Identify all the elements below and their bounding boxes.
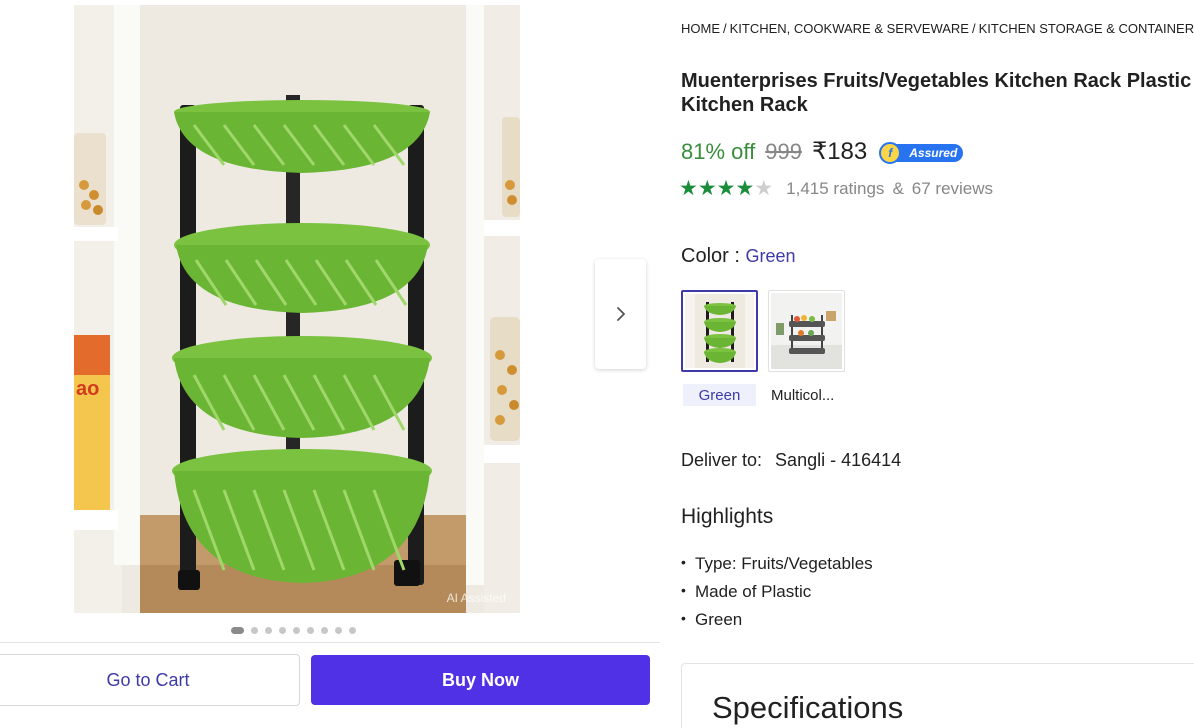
highlights-list: Type: Fruits/Vegetables Made of Plastic … xyxy=(681,550,873,634)
product-title-line2: Kitchen Rack xyxy=(681,94,808,116)
image-carousel-dots xyxy=(231,627,356,634)
color-swatch-multicolor[interactable] xyxy=(768,290,845,372)
carousel-dot[interactable] xyxy=(349,627,356,634)
rating-stars: ★ ★ ★ ★ ★ xyxy=(679,178,773,199)
green-rack-thumbnail xyxy=(685,294,754,368)
delivery-location[interactable]: Deliver to: Sangli - 416414 xyxy=(681,450,901,471)
color-label-text: Color : xyxy=(681,245,740,267)
kitchen-rack-illustration: ao xyxy=(74,5,520,613)
ratings-separator: & xyxy=(892,178,904,198)
breadcrumb-separator: / xyxy=(723,21,727,36)
carousel-dot[interactable] xyxy=(293,627,300,634)
delivery-label: Deliver to: xyxy=(681,450,763,470)
breadcrumb-home[interactable]: HOME xyxy=(681,21,720,36)
color-selector-label: Color : Green xyxy=(681,245,796,268)
color-option-label-multicolor[interactable]: Multicol... xyxy=(768,384,845,406)
breadcrumb-kitchen-cookware[interactable]: KITCHEN, COOKWARE & SERVEWARE xyxy=(730,21,969,36)
color-option-label-green[interactable]: Green xyxy=(683,384,756,406)
rating-row[interactable]: ★ ★ ★ ★ ★ 1,415 ratings & 67 reviews xyxy=(679,178,993,199)
product-main-image[interactable]: ao AI Assisted xyxy=(74,5,520,613)
product-title-line1: Muenterprises Fruits/Vegetables Kitchen … xyxy=(681,70,1194,92)
chevron-right-icon xyxy=(616,307,625,321)
original-price: 999 xyxy=(765,139,802,164)
breadcrumb-separator: / xyxy=(971,21,976,36)
highlights-heading: Highlights xyxy=(681,505,774,528)
color-swatch-green[interactable] xyxy=(681,290,758,372)
star-icon: ★ xyxy=(697,177,717,200)
assured-badge-icon: f Assured xyxy=(879,142,964,164)
carousel-dot[interactable] xyxy=(265,627,272,634)
highlight-item: Green xyxy=(681,606,873,634)
carousel-dot[interactable] xyxy=(335,627,342,634)
price-row: 81% off 999 ₹183 f Assured xyxy=(681,137,964,166)
carousel-dot[interactable] xyxy=(321,627,328,634)
star-icon: ★ xyxy=(716,177,736,200)
product-title: Muenterprises Fruits/Vegetables Kitchen … xyxy=(681,69,1194,117)
ratings-text: 1,415 ratings xyxy=(786,178,885,198)
next-image-button[interactable] xyxy=(595,259,646,369)
discount-percent: 81% off xyxy=(681,139,756,164)
buy-now-button[interactable]: Buy Now xyxy=(311,655,650,705)
ai-assisted-watermark: AI Assisted xyxy=(446,591,506,605)
carousel-dot[interactable] xyxy=(279,627,286,634)
svg-text:ao: ao xyxy=(76,378,99,400)
reviews-text: 67 reviews xyxy=(911,178,994,198)
ratings-count: 1,415 ratings & 67 reviews xyxy=(786,179,993,199)
selling-price: ₹183 xyxy=(811,138,868,165)
multicolor-rack-thumbnail xyxy=(771,293,842,369)
carousel-dot[interactable] xyxy=(251,627,258,634)
delivery-pincode: Sangli - 416414 xyxy=(775,450,902,470)
breadcrumb: HOME / KITCHEN, COOKWARE & SERVEWARE / KITCH… xyxy=(681,21,1194,36)
go-to-cart-button[interactable]: Go to Cart xyxy=(0,654,300,706)
specifications-heading: Specifications xyxy=(712,690,904,725)
star-icon: ★ xyxy=(679,177,698,200)
highlight-item: Made of Plastic xyxy=(681,578,873,606)
star-empty-icon: ★ xyxy=(754,177,774,200)
carousel-dot[interactable] xyxy=(307,627,314,634)
gallery-divider xyxy=(0,642,660,643)
carousel-dot[interactable] xyxy=(231,627,244,634)
breadcrumb-kitchen-storage[interactable]: KITCHEN STORAGE & CONTAINERS xyxy=(979,21,1194,36)
color-selected-value: Green xyxy=(745,246,796,266)
star-icon: ★ xyxy=(735,177,755,200)
highlight-item: Type: Fruits/Vegetables xyxy=(681,550,873,578)
